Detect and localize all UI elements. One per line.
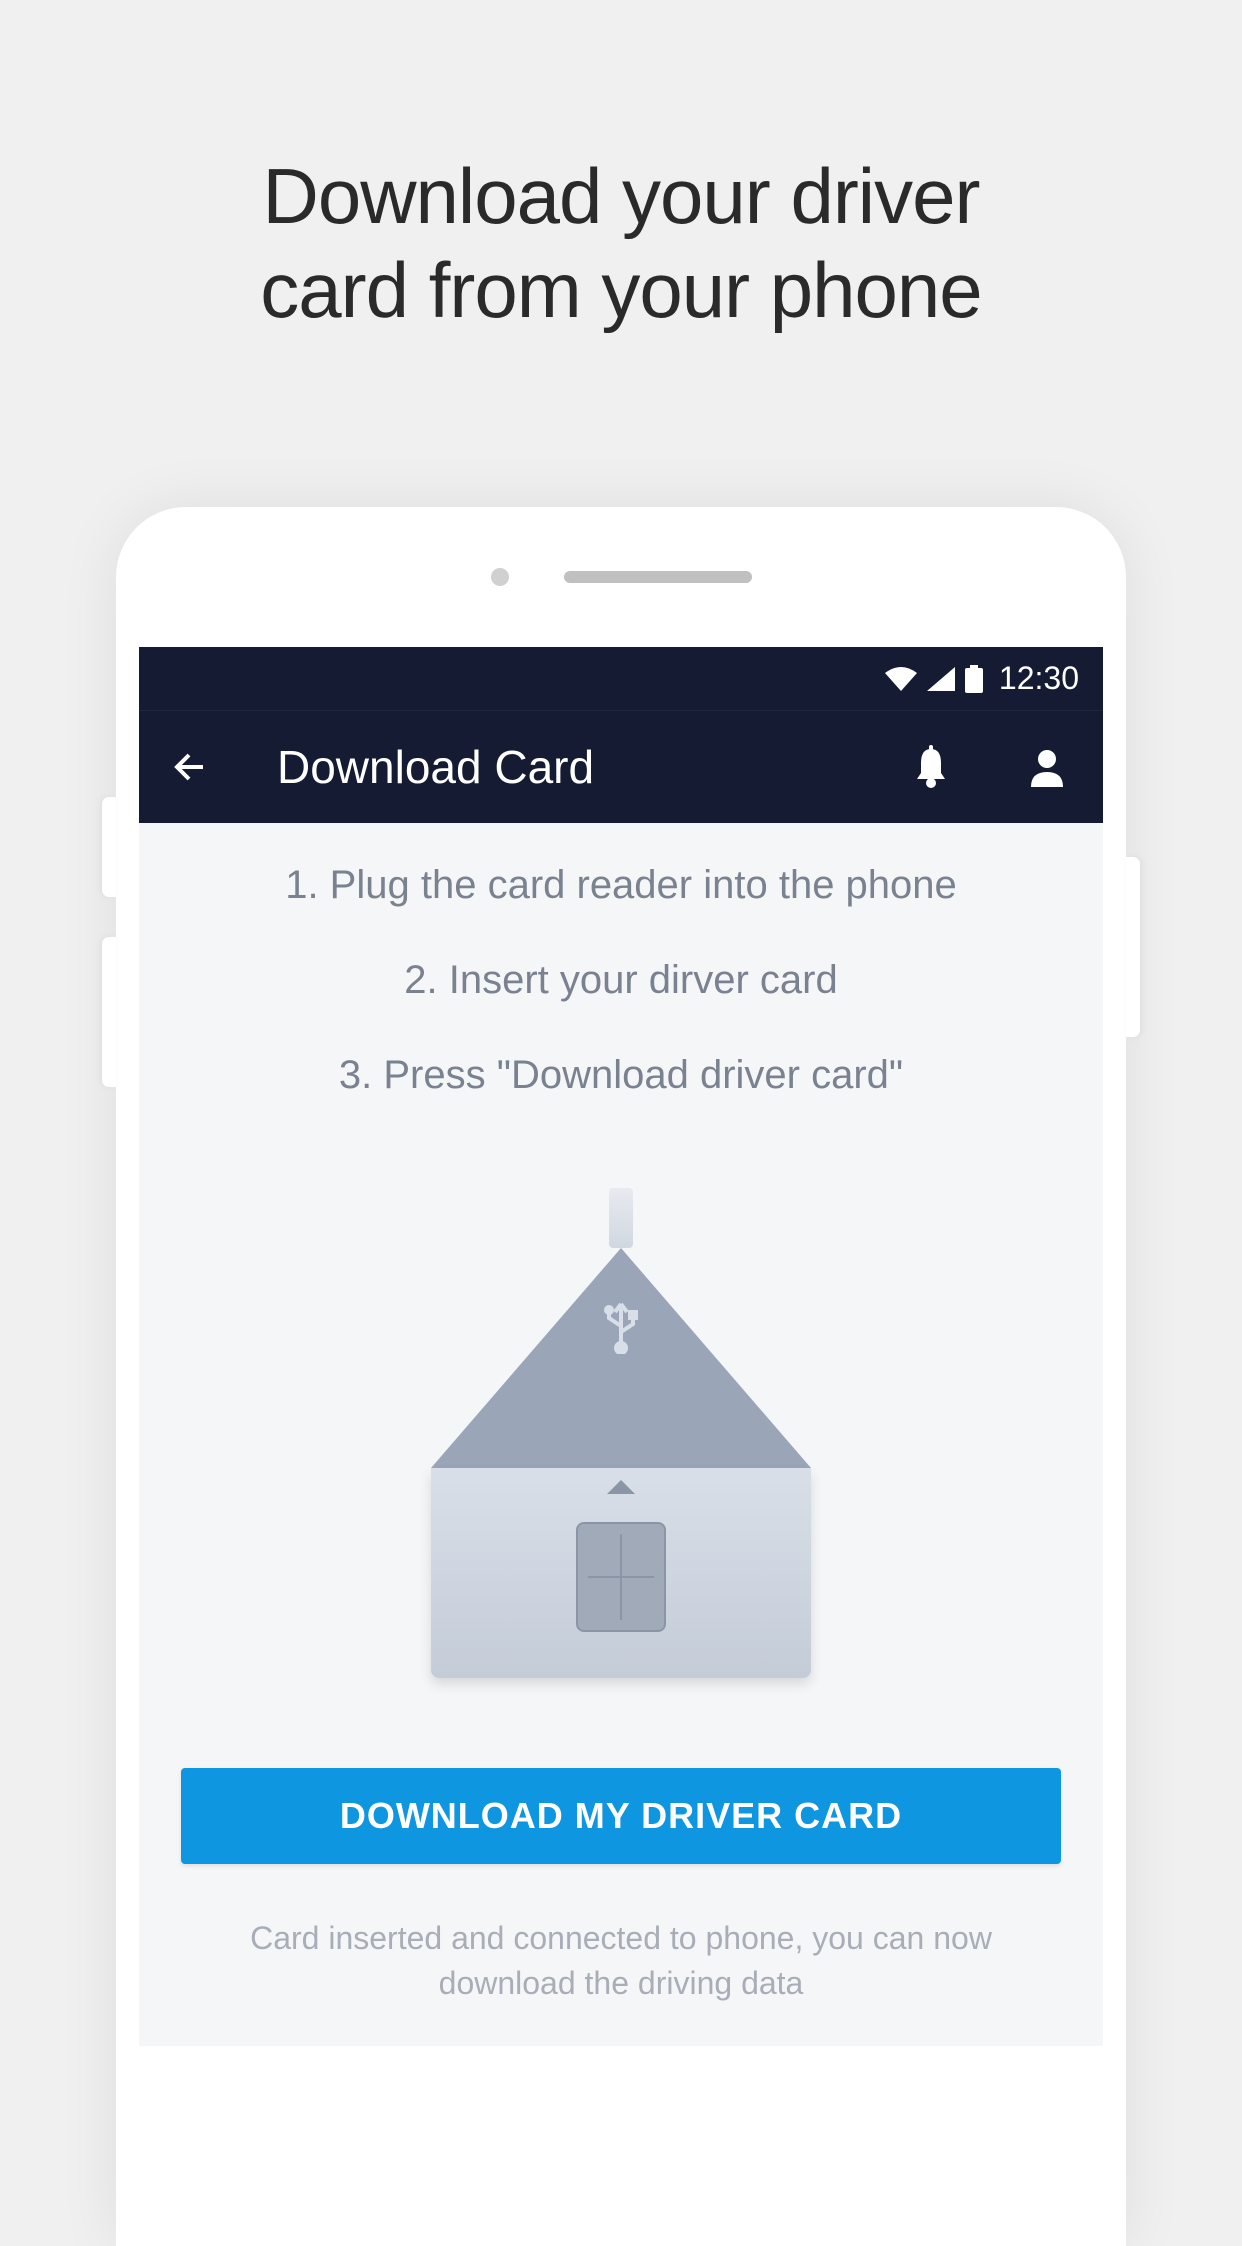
battery-icon [965,665,983,693]
phone-side-button [102,937,116,1087]
instruction-step-1: 1. Plug the card reader into the phone [285,863,957,908]
card-chip-graphic [576,1522,666,1632]
usb-cable-graphic [609,1188,633,1248]
wifi-icon [885,667,917,691]
instruction-step-2: 2. Insert your dirver card [404,958,838,1003]
app-bar: Download Card [139,711,1103,823]
promo-title-line-2: card from your phone [260,246,981,334]
download-card-button[interactable]: DOWNLOAD MY DRIVER CARD [181,1768,1061,1864]
bell-icon [913,745,949,789]
status-time: 12:30 [999,660,1079,697]
instruction-step-3: 3. Press "Download driver card" [339,1053,903,1098]
profile-button[interactable] [1019,739,1075,795]
notifications-button[interactable] [903,739,959,795]
signal-icon [927,667,955,691]
card-reader-illustration [421,1188,821,1678]
app-screen: 12:30 Download Card [139,647,1103,2046]
phone-camera-dot [491,568,509,586]
phone-device-frame: 12:30 Download Card [116,507,1126,2246]
phone-top-hardware [116,507,1126,647]
reader-arrow-graphic [607,1480,635,1494]
person-icon [1027,747,1067,787]
usb-icon [599,1298,643,1359]
content-area: 1. Plug the card reader into the phone 2… [139,823,1103,2046]
status-bar: 12:30 [139,647,1103,711]
phone-side-button [1126,857,1140,1037]
arrow-left-icon [171,747,211,787]
connection-status-message: Card inserted and connected to phone, yo… [241,1916,1001,2006]
reader-body-graphic [431,1468,811,1678]
promo-title-line-1: Download your driver [262,152,979,240]
phone-side-button [102,797,116,897]
phone-speaker-slot [564,571,752,583]
promo-title: Download your driver card from your phon… [260,150,981,337]
back-button[interactable] [167,743,215,791]
app-bar-title: Download Card [277,740,903,794]
